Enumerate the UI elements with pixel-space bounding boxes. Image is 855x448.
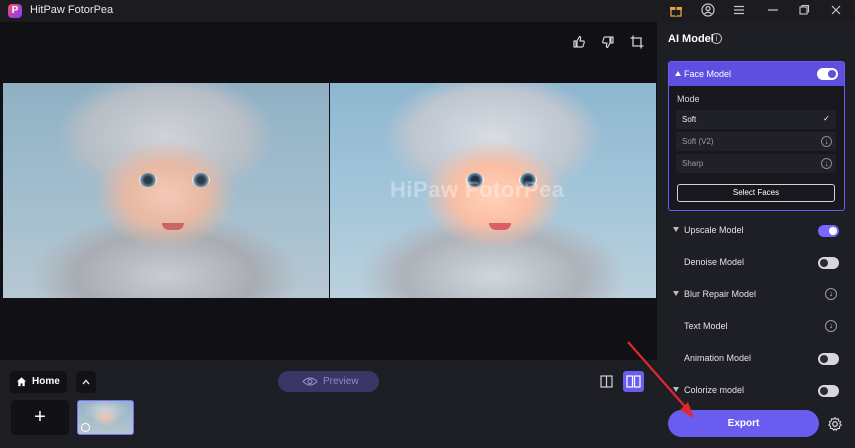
colorize-model-row[interactable]: Colorize model [657,381,855,401]
download-icon[interactable]: ↓ [825,288,837,300]
text-model-row: Text Model ↓ [657,317,855,337]
original-photo [3,83,329,298]
ai-model-panel: AI Model i Face Model Mode Soft ✓ Soft (… [657,22,855,448]
mode-option-soft[interactable]: Soft ✓ [676,110,836,129]
close-icon[interactable] [828,3,844,19]
upscale-model-label: Upscale Model [684,225,744,235]
photo-eye [139,173,157,187]
crop-icon[interactable] [629,34,647,52]
text-model-label: Text Model [684,321,728,331]
mode-option-label: Soft [682,115,697,124]
preview-label: Preview [323,376,359,387]
mode-option-label: Sharp [682,159,704,168]
collapse-button[interactable] [76,371,96,393]
animation-model-toggle[interactable] [818,353,839,365]
thumbs-up-icon[interactable] [571,34,589,52]
animation-model-label: Animation Model [684,353,752,363]
download-icon[interactable]: ↓ [821,158,832,169]
app-title: HitPaw FotorPea [30,4,114,16]
side-by-side-icon [626,375,641,388]
download-icon[interactable]: ↓ [825,320,837,332]
upscale-model-toggle[interactable] [818,225,839,237]
photo-mouth [489,223,511,230]
photo-mouth [162,223,184,230]
download-icon[interactable]: ↓ [821,136,832,147]
image-canvas: + − HiPaw FotorPea [0,22,657,360]
caret-up-icon [675,71,681,76]
animation-model-row: Animation Model [657,349,855,369]
bottom-bar: Home Preview + [0,360,657,448]
split-view-icon [600,375,613,388]
mode-option-sharp[interactable]: Sharp ↓ [676,154,836,173]
split-view-button[interactable] [596,371,617,392]
home-label: Home [32,376,60,387]
account-icon[interactable] [700,3,716,19]
face-model-label: Face Model [684,69,732,79]
denoise-model-toggle[interactable] [818,257,839,269]
preview-button[interactable]: Preview [278,371,379,392]
app-logo: P [8,4,22,18]
denoise-model-row: Denoise Model [657,253,855,273]
panel-title: AI Model [668,33,714,45]
eye-icon [302,377,318,386]
mode-option-soft-v2[interactable]: Soft (V2) ↓ [676,132,836,151]
home-button[interactable]: Home [10,371,67,393]
chevron-up-icon [82,379,90,385]
face-model-header[interactable]: Face Model [669,62,844,86]
minimize-icon[interactable] [765,3,781,19]
add-image-button[interactable]: + [11,400,69,435]
mode-option-label: Soft (V2) [682,137,714,146]
home-icon [16,377,27,387]
thumbs-down-icon[interactable] [600,34,618,52]
caret-down-icon [673,227,679,232]
select-faces-button[interactable]: Select Faces [677,184,835,202]
gear-icon[interactable] [827,416,843,432]
blur-repair-model-label: Blur Repair Model [684,289,757,299]
watermark: HiPaw FotorPea [390,177,565,202]
export-button[interactable]: Export [668,410,819,437]
info-icon[interactable]: i [711,33,722,44]
check-icon: ✓ [823,114,830,123]
photo-eye [192,173,210,187]
face-model-section: Face Model Mode Soft ✓ Soft (V2) ↓ Sharp… [668,61,845,211]
side-by-side-view-button[interactable] [623,371,644,392]
clock-icon [81,423,90,432]
gift-icon[interactable] [668,3,684,19]
colorize-model-toggle[interactable] [818,385,839,397]
caret-down-icon [673,387,679,392]
enhanced-photo: HiPaw FotorPea [330,83,656,298]
face-model-toggle[interactable] [817,68,838,80]
mode-label: Mode [677,94,700,104]
menu-icon[interactable] [731,3,747,19]
denoise-model-label: Denoise Model [684,257,745,267]
upscale-model-row[interactable]: Upscale Model [657,221,855,241]
title-bar: P HitPaw FotorPea [0,0,855,22]
image-thumbnail[interactable] [77,400,134,435]
restore-icon[interactable] [796,3,812,19]
caret-down-icon [673,291,679,296]
blur-repair-model-row[interactable]: Blur Repair Model ↓ [657,285,855,305]
colorize-model-label: Colorize model [684,385,745,395]
